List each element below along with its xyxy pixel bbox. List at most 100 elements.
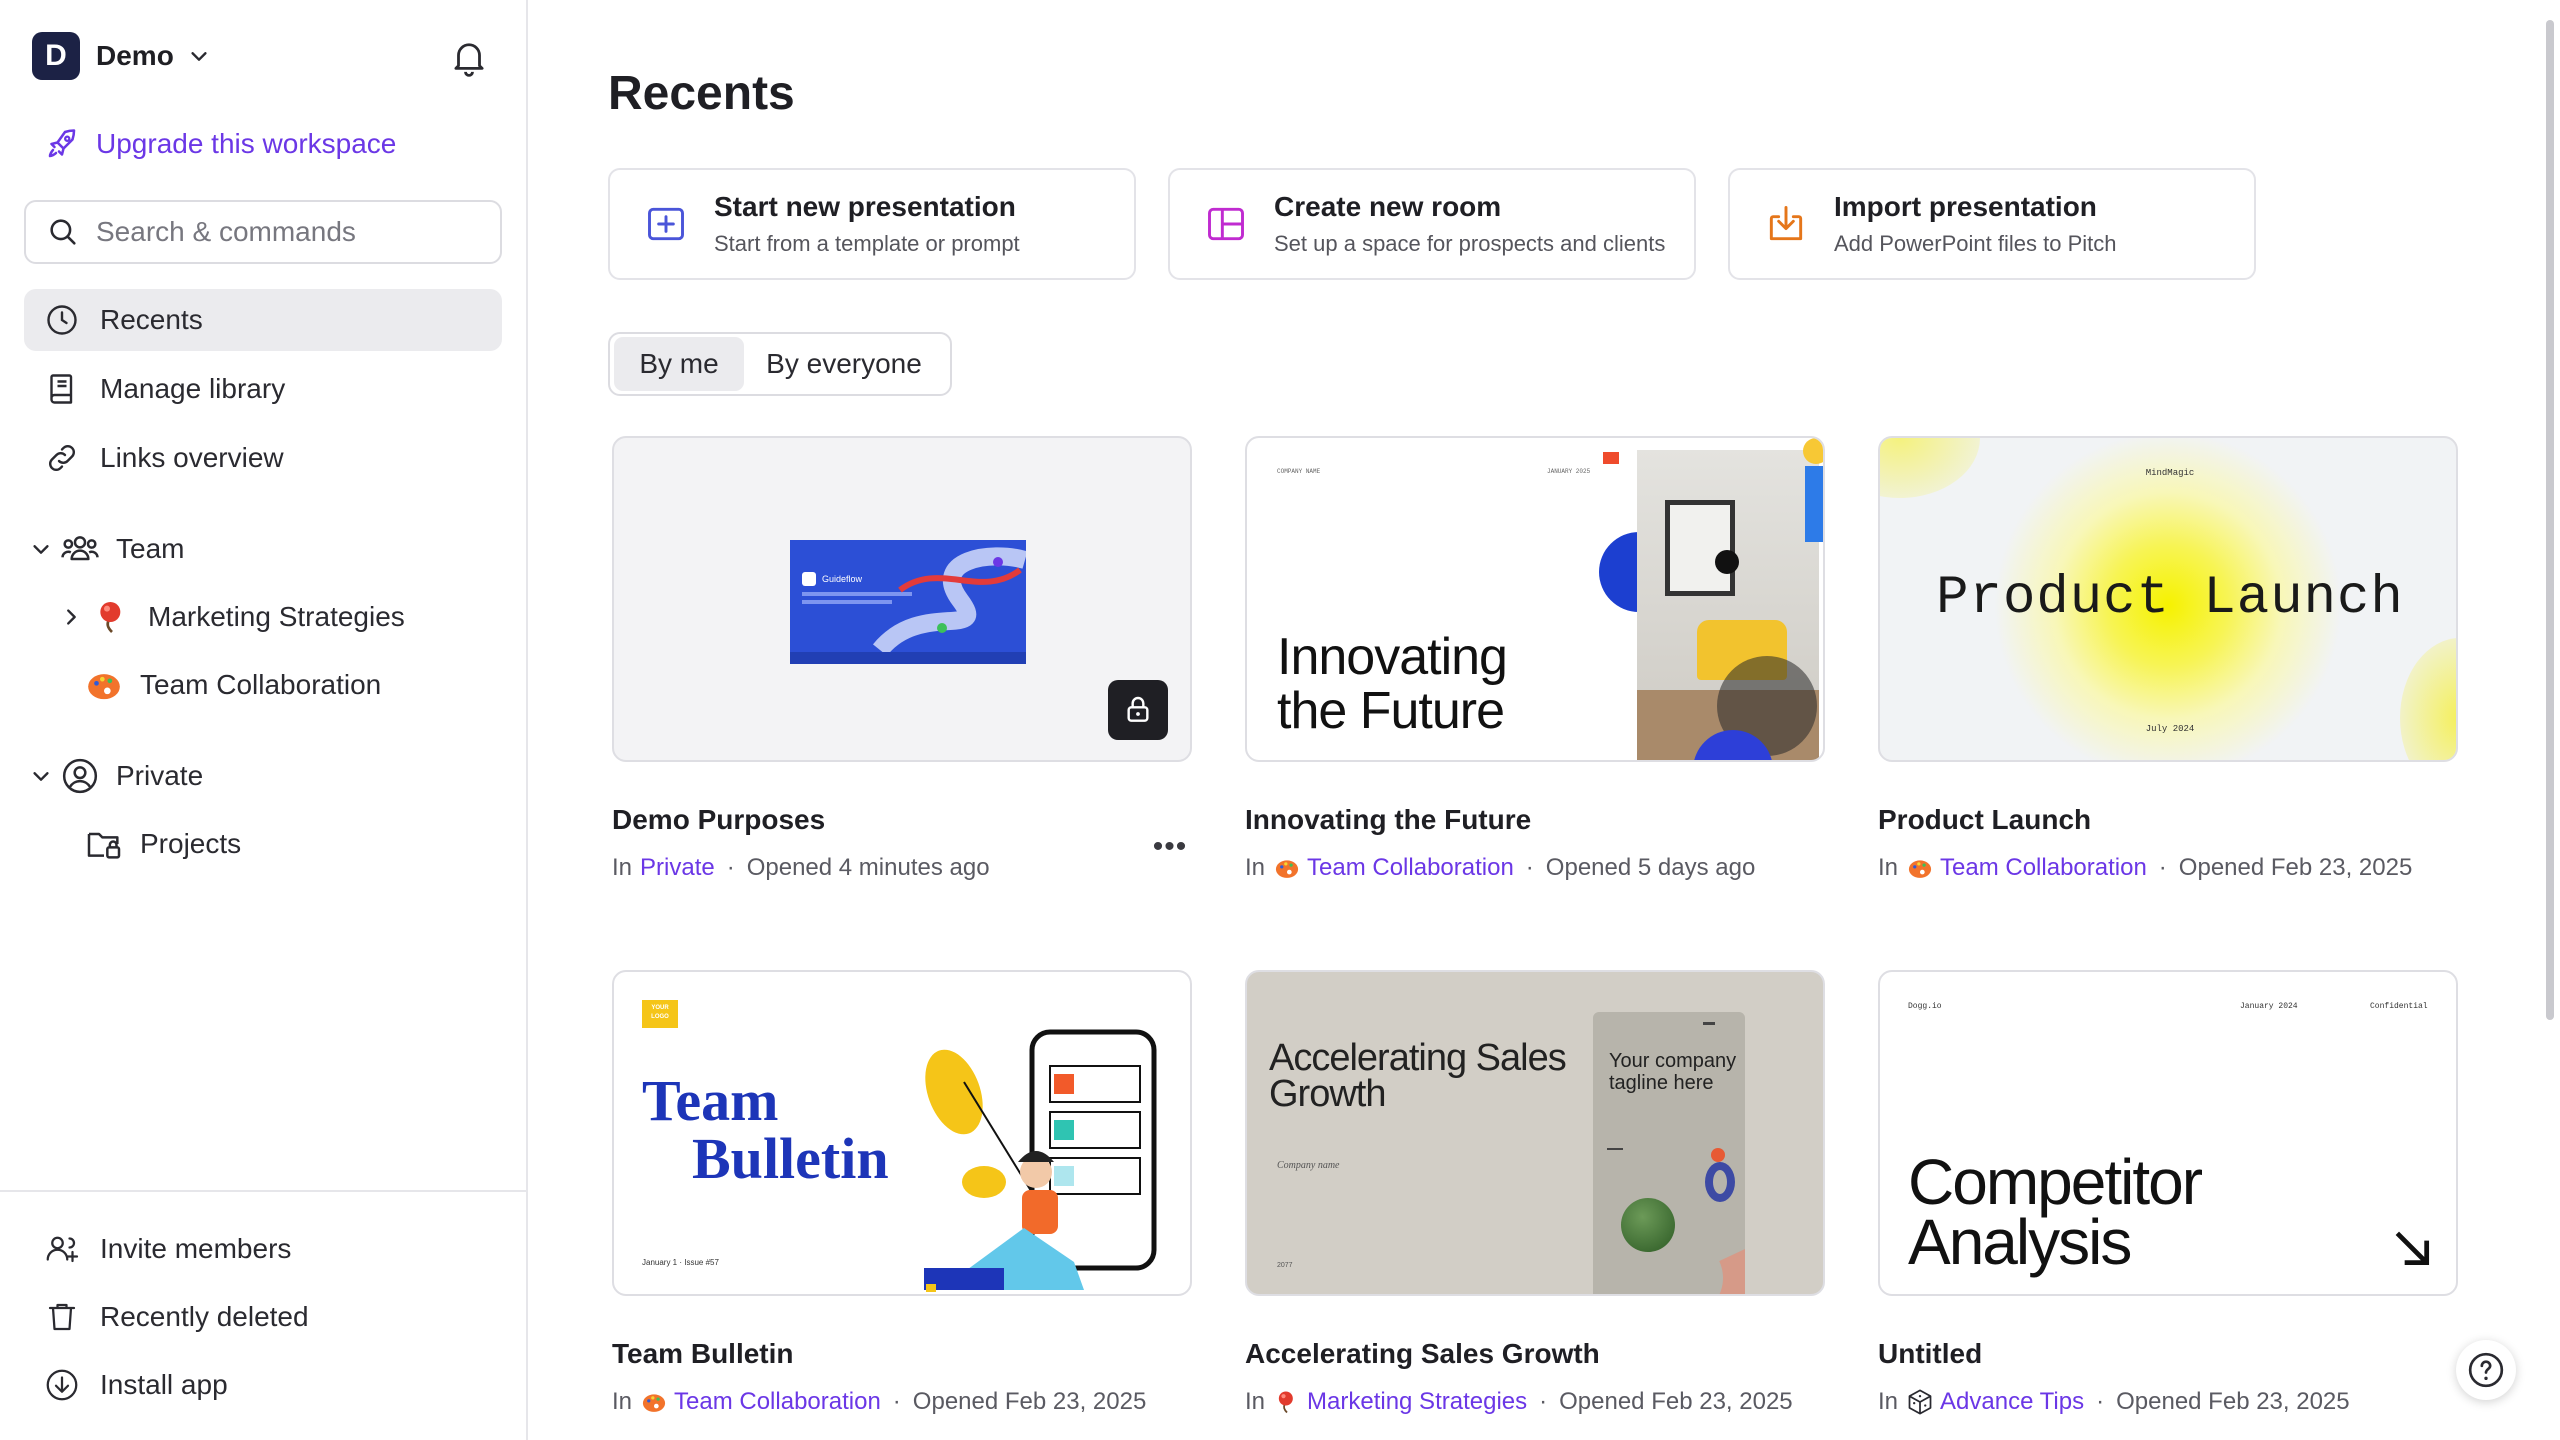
lock-icon xyxy=(1127,696,1149,722)
workspace-avatar: D xyxy=(32,32,80,80)
sidebar-group-team[interactable]: Team xyxy=(30,525,184,573)
meta-in: In xyxy=(1245,1388,1266,1415)
meta-separator: · xyxy=(1539,1388,1548,1415)
invite-members-button[interactable]: Invite members xyxy=(24,1218,502,1280)
presentation-title[interactable]: Product Launch xyxy=(1878,804,2458,836)
presentation-title[interactable]: Innovating the Future xyxy=(1245,804,1825,836)
location-link[interactable]: Team Collaboration xyxy=(1940,854,2147,882)
opened-time: Opened Feb 23, 2025 xyxy=(2116,1388,2350,1415)
presentation-card[interactable]: MindMagic Product Launch July 2024 Produ… xyxy=(1878,436,2458,882)
road-illustration xyxy=(872,547,1026,657)
bell-icon[interactable] xyxy=(448,36,490,78)
presentation-card[interactable]: YOUR LOGO Team Bulletin January 1 · Issu… xyxy=(612,970,1192,1416)
presentation-thumbnail[interactable]: Guideflow xyxy=(612,436,1192,762)
filter-by-everyone[interactable]: By everyone xyxy=(744,337,944,391)
bulletin-illustration xyxy=(924,1029,1157,1292)
location-link[interactable]: Team Collaboration xyxy=(1307,854,1514,882)
location-link[interactable]: Marketing Strategies xyxy=(1307,1388,1527,1416)
more-options-button[interactable]: ••• xyxy=(1148,832,1192,870)
thumbnail-tag: Confidential xyxy=(2370,1002,2428,1011)
opened-time: Opened Feb 23, 2025 xyxy=(912,1388,1147,1415)
sidebar-group-private[interactable]: Private xyxy=(30,752,203,800)
location-link[interactable]: Team Collaboration xyxy=(674,1388,881,1416)
palette-emoji-icon xyxy=(642,1394,666,1412)
presentation-title[interactable]: Team Bulletin xyxy=(612,1338,1192,1370)
start-new-presentation-button[interactable]: Start new presentation Start from a temp… xyxy=(608,168,1136,280)
workspace-switcher[interactable]: D Demo xyxy=(32,32,210,80)
presentation-meta: In Private · Opened 4 minutes ago xyxy=(612,854,1192,882)
meta-in: In xyxy=(612,1388,633,1415)
thumbnail-slide: Guideflow xyxy=(790,540,1026,664)
recently-deleted-button[interactable]: Recently deleted xyxy=(24,1286,502,1348)
presentation-meta: In Team Collaboration · Opened Feb 23, 2… xyxy=(612,1388,1192,1416)
thumbnail-brand: Guideflow xyxy=(822,574,863,584)
sidebar-item-label: Marketing Strategies xyxy=(148,601,405,632)
clock-icon xyxy=(47,305,77,335)
presentation-card[interactable]: Accelerating Sales Growth Company name 2… xyxy=(1245,970,1825,1416)
footer-item-label: Invite members xyxy=(100,1233,292,1264)
meta-separator: · xyxy=(726,854,735,881)
presentation-thumbnail[interactable]: Accelerating Sales Growth Company name 2… xyxy=(1245,970,1825,1296)
presentation-thumbnail[interactable]: Dogg.io January 2024 Confidential Compet… xyxy=(1878,970,2458,1296)
presentation-thumbnail[interactable]: COMPANY NAME JANUARY 2025 Innovating the… xyxy=(1245,436,1825,762)
sidebar-item-projects[interactable]: Projects xyxy=(84,820,241,868)
footer-item-label: Recently deleted xyxy=(100,1301,309,1332)
search-input[interactable] xyxy=(96,216,476,248)
group-label: Team xyxy=(116,533,185,564)
thumbnail-logo: YOUR LOGO xyxy=(642,1000,678,1028)
thumbnail-headline: Accelerating Sales Growth xyxy=(1269,1039,1567,1113)
presentation-card[interactable]: Dogg.io January 2024 Confidential Compet… xyxy=(1878,970,2458,1416)
team-icon xyxy=(61,536,99,561)
help-button[interactable] xyxy=(2456,1340,2516,1400)
headline-line-1: Team xyxy=(642,1068,779,1133)
add-user-icon xyxy=(46,1236,79,1263)
headline-line-2: Bulletin xyxy=(692,1126,889,1191)
meta-in: In xyxy=(1878,854,1899,881)
import-presentation-button[interactable]: Import presentation Add PowerPoint files… xyxy=(1728,168,2256,280)
sidebar-item-manage-library[interactable]: Manage library xyxy=(24,358,502,420)
sidebar-item-marketing-strategies[interactable]: Marketing Strategies xyxy=(60,593,405,641)
opened-time: Opened Feb 23, 2025 xyxy=(1559,1388,1793,1415)
filter-by-me[interactable]: By me xyxy=(614,337,744,391)
sidebar-divider xyxy=(0,1190,526,1192)
thumbnail-panel: Your company tagline here xyxy=(1593,1012,1745,1294)
create-new-room-button[interactable]: Create new room Set up a space for prosp… xyxy=(1168,168,1696,280)
presentation-card[interactable]: COMPANY NAME JANUARY 2025 Innovating the… xyxy=(1245,436,1825,882)
scrollbar-thumb[interactable] xyxy=(2546,20,2554,1020)
action-title: Create new room xyxy=(1274,191,1502,222)
presentation-title[interactable]: Untitled xyxy=(1878,1338,2458,1370)
tagline-line-1: Your company xyxy=(1609,1050,1737,1072)
private-lock-badge xyxy=(1108,680,1168,740)
action-title: Import presentation xyxy=(1834,191,2097,222)
thumbnail-headline: Innovating the Future xyxy=(1277,628,1508,740)
sidebar-item-team-collaboration[interactable]: Team Collaboration xyxy=(84,661,381,709)
headline-line-2: the Future xyxy=(1277,682,1505,740)
pin-emoji-icon xyxy=(1278,1391,1293,1414)
sidebar-item-recents[interactable]: Recents xyxy=(24,289,502,351)
sidebar-item-links-overview[interactable]: Links overview xyxy=(24,427,502,489)
meta-in: In xyxy=(1878,1388,1899,1415)
action-subtitle: Set up a space for prospects and clients xyxy=(1274,231,1666,256)
presentation-thumbnail[interactable]: YOUR LOGO Team Bulletin January 1 · Issu… xyxy=(612,970,1192,1296)
meta-separator: · xyxy=(1525,854,1534,881)
opened-time: Opened 4 minutes ago xyxy=(746,854,990,881)
location-link[interactable]: Private xyxy=(640,854,715,882)
presentation-title[interactable]: Accelerating Sales Growth xyxy=(1245,1338,1825,1370)
sidebar: D Demo Upgrade this workspace Recents Ma… xyxy=(0,0,528,1440)
meta-separator: · xyxy=(2096,1388,2105,1415)
arrow-down-right-icon xyxy=(2395,1231,2430,1266)
room-icon xyxy=(1208,207,1244,241)
scrollbar[interactable] xyxy=(2540,0,2560,1440)
upgrade-workspace-link[interactable]: Upgrade this workspace xyxy=(44,122,396,166)
presentation-title[interactable]: Demo Purposes xyxy=(612,804,1192,836)
install-app-button[interactable]: Install app xyxy=(24,1354,502,1416)
location-link[interactable]: Advance Tips xyxy=(1940,1388,2084,1416)
group-label: Private xyxy=(116,760,204,791)
search-icon xyxy=(50,219,76,245)
thumbnail-date: July 2024 xyxy=(2145,724,2195,734)
tagline-line-2: tagline here xyxy=(1609,1072,1714,1094)
presentation-thumbnail[interactable]: MindMagic Product Launch July 2024 xyxy=(1878,436,2458,762)
headline-line-1: Innovating xyxy=(1277,628,1508,686)
presentation-card[interactable]: Guideflow Demo Purposes In Private · Ope… xyxy=(612,436,1192,882)
search-box[interactable] xyxy=(24,200,502,264)
